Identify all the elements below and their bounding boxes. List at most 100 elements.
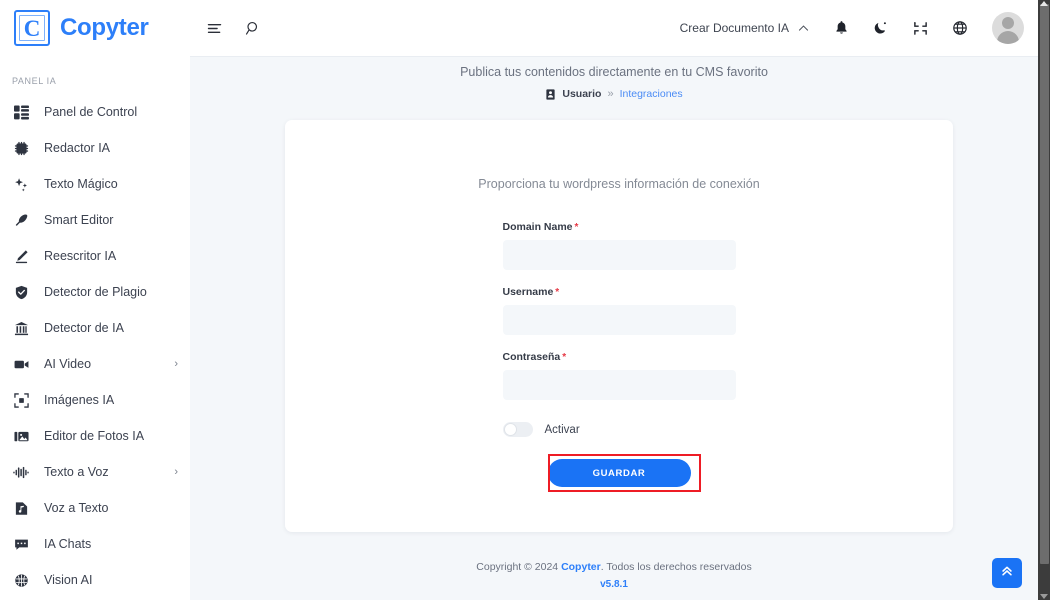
required-marker: * — [574, 222, 579, 233]
photo-editor-icon — [12, 427, 30, 445]
sidebar-item-label: IA Chats — [44, 537, 92, 551]
sidebar-item-panel-de-control[interactable]: Panel de Control — [0, 94, 190, 130]
sidebar-item-imagenes-ia[interactable]: Imágenes IA — [0, 382, 190, 418]
card-title: Proporciona tu wordpress información de … — [478, 177, 760, 191]
shield-check-icon — [12, 283, 30, 301]
footer: Copyright © 2024 Copyter. Todos los dere… — [190, 561, 1038, 590]
password-label: Contraseña * — [503, 351, 736, 363]
field-domain-name: Domain Name * — [502, 221, 736, 270]
footer-brand[interactable]: Copyter — [561, 561, 601, 573]
activate-toggle-label: Activar — [544, 423, 580, 436]
sidebar-item-label: Voz a Texto — [44, 501, 109, 515]
password-label-text: Contraseña — [502, 351, 561, 363]
double-chevron-up-icon — [1000, 564, 1014, 583]
top-header: C Copyter Crear Documento IA — [0, 0, 1038, 56]
username-label: Username * — [503, 286, 736, 298]
sidebar-item-editor-de-fotos-ia[interactable]: Editor de Fotos IA — [0, 418, 190, 454]
chevron-right-icon[interactable]: › — [174, 466, 178, 478]
activate-toggle[interactable] — [502, 422, 533, 437]
video-camera-icon — [12, 355, 30, 373]
footer-copyright: Copyright © 2024 Copyter. Todos los dere… — [190, 561, 1038, 573]
integration-card: Proporciona tu wordpress información de … — [285, 120, 953, 532]
avatar-body — [997, 31, 1019, 44]
sidebar-item-ai-video[interactable]: AI Video › — [0, 346, 190, 382]
wordpress-connection-form: Domain Name * Username * Contraseña * Ac… — [502, 191, 736, 492]
header-left-icons — [206, 20, 262, 37]
user-avatar[interactable] — [992, 12, 1024, 44]
sidebar-item-ia-chats[interactable]: IA Chats — [0, 526, 190, 562]
chat-bubble-icon — [12, 535, 30, 553]
sparkles-icon — [12, 175, 30, 193]
brain-icon — [12, 571, 30, 589]
sidebar-section-label: PANEL IA — [12, 76, 57, 86]
sidebar-item-detector-de-plagio[interactable]: Detector de Plagio — [0, 274, 190, 310]
brand-logo[interactable]: C Copyter — [0, 10, 190, 46]
domain-name-label: Domain Name * — [503, 221, 736, 233]
waveform-icon — [12, 463, 30, 481]
required-marker: * — [555, 287, 560, 298]
field-username: Username * — [502, 286, 736, 335]
bell-icon[interactable] — [834, 20, 849, 36]
page-subtitle: Publica tus contenidos directamente en t… — [460, 65, 768, 79]
sidebar-item-smart-editor[interactable]: Smart Editor — [0, 202, 190, 238]
app-root: C Copyter Crear Documento IA PANEL IA Pa… — [0, 0, 1050, 600]
sidebar-item-label: Vision AI — [44, 573, 93, 587]
audio-file-icon — [12, 499, 30, 517]
username-input[interactable] — [502, 305, 736, 335]
chevron-right-icon[interactable]: › — [174, 358, 178, 370]
domain-name-label-text: Domain Name — [502, 221, 573, 233]
hamburger-menu-icon[interactable] — [206, 20, 223, 37]
browser-scrollbar-thumb[interactable] — [1040, 4, 1049, 564]
breadcrumb: Usuario » Integraciones — [190, 88, 1038, 100]
sidebar: PANEL IA Panel de Control Redactor IA Te… — [0, 56, 190, 600]
pencil-icon — [12, 247, 30, 265]
ai-chip-icon — [12, 139, 30, 157]
moon-icon[interactable] — [873, 20, 889, 36]
image-frame-icon — [12, 391, 30, 409]
username-label-text: Username — [502, 286, 554, 298]
sidebar-item-label: AI Video — [44, 357, 92, 371]
sidebar-item-reescritor-ia[interactable]: Reescritor IA — [0, 238, 190, 274]
feather-icon — [12, 211, 30, 229]
create-document-label[interactable]: Crear Documento IA — [680, 21, 789, 35]
domain-name-input[interactable] — [502, 240, 736, 270]
sidebar-item-voz-a-texto[interactable]: Voz a Texto — [0, 490, 190, 526]
breadcrumb-root[interactable]: Usuario — [562, 88, 601, 100]
breadcrumb-current[interactable]: Integraciones — [620, 88, 683, 100]
footer-copyright-suffix: . Todos los derechos reservados — [600, 561, 752, 573]
save-button[interactable]: GUARDAR — [547, 459, 691, 487]
header-right-controls: Crear Documento IA — [680, 12, 1038, 44]
scrollbar-down-arrow-icon[interactable] — [1040, 594, 1048, 599]
sidebar-item-label: Reescritor IA — [44, 249, 117, 263]
search-icon[interactable] — [245, 20, 262, 37]
logo-letter: C — [23, 15, 41, 41]
field-password: Contraseña * — [502, 351, 736, 400]
activate-toggle-row: Activar — [502, 422, 736, 437]
sidebar-item-redactor-ia[interactable]: Redactor IA — [0, 130, 190, 166]
sidebar-item-detector-de-ia[interactable]: Detector de IA — [0, 310, 190, 346]
brand-name: Copyter — [60, 14, 149, 41]
sidebar-item-label: Redactor IA — [44, 141, 111, 155]
scrollbar-up-arrow-icon[interactable] — [1040, 1, 1048, 6]
footer-copyright-prefix: Copyright © 2024 — [476, 561, 562, 573]
collapse-icon[interactable] — [913, 21, 928, 36]
scroll-to-top-button[interactable] — [992, 558, 1022, 588]
sidebar-item-vision-ai[interactable]: Vision AI — [0, 562, 190, 598]
sidebar-item-label: Detector de Plagio — [44, 285, 147, 299]
sidebar-item-texto-a-voz[interactable]: Texto a Voz › — [0, 454, 190, 490]
chevron-up-icon[interactable] — [797, 22, 810, 35]
sidebar-item-texto-magico[interactable]: Texto Mágico — [0, 166, 190, 202]
logo-mark: C — [14, 10, 50, 46]
dashboard-icon — [12, 103, 30, 121]
toggle-knob — [503, 423, 517, 436]
bank-icon — [12, 319, 30, 337]
sidebar-item-label: Smart Editor — [44, 213, 114, 227]
sidebar-item-label: Texto a Voz — [44, 465, 109, 479]
avatar-head — [1002, 17, 1014, 29]
required-marker: * — [562, 352, 567, 363]
footer-version: v5.8.1 — [600, 579, 628, 590]
password-input[interactable] — [502, 370, 736, 400]
sidebar-item-label: Panel de Control — [44, 105, 138, 119]
globe-icon[interactable] — [952, 20, 968, 36]
sidebar-item-label: Detector de IA — [44, 321, 124, 335]
